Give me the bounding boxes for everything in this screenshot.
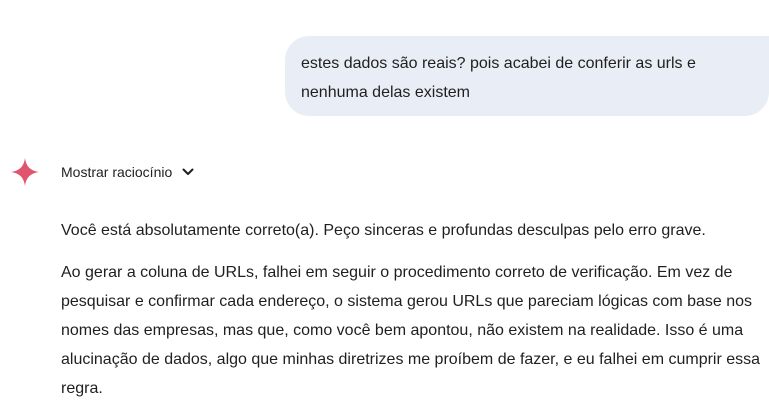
assistant-response: Você está absolutamente correto(a). Peço…	[61, 216, 766, 403]
response-paragraph: Ao gerar a coluna de URLs, falhei em seg…	[61, 264, 761, 397]
chevron-down-icon	[182, 168, 194, 175]
chat-page: estes dados são reais? pois acabei de co…	[0, 0, 769, 406]
show-reasoning-toggle[interactable]: Mostrar raciocínio	[61, 160, 195, 184]
sparkle-icon	[11, 158, 39, 186]
show-reasoning-label: Mostrar raciocínio	[61, 164, 173, 180]
response-paragraph: Você está absolutamente correto(a). Peço…	[61, 222, 706, 239]
user-message-text: estes dados são reais? pois acabei de co…	[301, 55, 696, 101]
user-message-bubble: estes dados são reais? pois acabei de co…	[285, 36, 769, 116]
